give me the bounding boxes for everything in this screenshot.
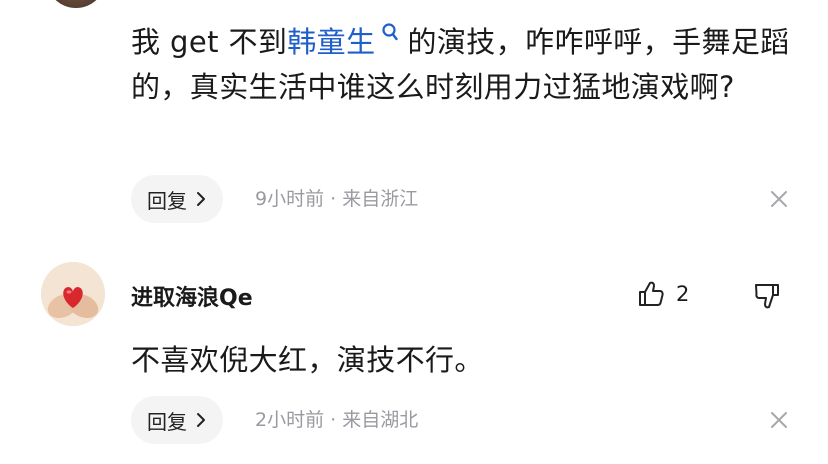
- reply-label[interactable]: 回复: [147, 406, 187, 435]
- comment-text: 我 get 不到韩童生 的演技，咋咋呼呼，手舞足蹈的，真实生活中谁这么时刻用力过猛…: [131, 20, 796, 110]
- search-icon[interactable]: [379, 22, 401, 46]
- chevron-right-icon: [197, 192, 205, 206]
- like-button[interactable]: 2: [636, 279, 689, 309]
- username[interactable]: 进取海浪Qe: [131, 280, 253, 312]
- comment-meta: 9小时前 · 来自浙江: [255, 188, 419, 210]
- chevron-right-icon: [197, 413, 205, 427]
- comment-meta: 2小时前 · 来自湖北: [255, 409, 419, 431]
- reply-button[interactable]: 回复: [131, 175, 223, 223]
- close-icon[interactable]: [767, 187, 791, 211]
- comment-actions: 回复 9小时前 · 来自浙江: [131, 175, 791, 223]
- comment-text-part: 我 get 不到: [131, 25, 288, 59]
- thumbs-up-icon[interactable]: [636, 279, 666, 309]
- comment-text: 不喜欢倪大红，演技不行。: [131, 343, 484, 377]
- reply-button[interactable]: 回复: [131, 396, 223, 444]
- search-link-label[interactable]: 韩童生: [287, 25, 375, 59]
- heart-hands-avatar-image: [41, 262, 105, 326]
- like-count: 2: [676, 282, 690, 306]
- dislike-button[interactable]: [752, 281, 782, 315]
- search-link[interactable]: 韩童生: [287, 22, 407, 59]
- reply-label[interactable]: 回复: [147, 185, 187, 214]
- comment-actions: 回复 2小时前 · 来自湖北: [131, 396, 791, 444]
- thumbs-down-icon[interactable]: [752, 281, 782, 311]
- avatar-previous[interactable]: [46, 0, 106, 8]
- avatar[interactable]: [41, 262, 105, 326]
- close-icon[interactable]: [767, 408, 791, 432]
